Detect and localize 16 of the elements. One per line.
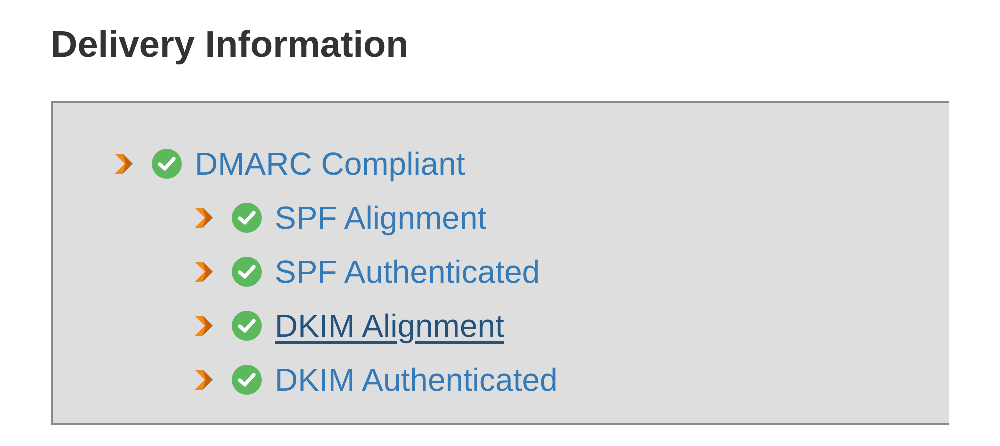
chevron-icon[interactable] [193,206,215,230]
tree-item-link[interactable]: SPF Alignment [275,200,487,236]
check-circle-icon [151,148,183,180]
check-circle-icon [231,256,263,288]
section-title: Delivery Information [51,23,410,67]
check-circle-icon [231,364,263,396]
chevron-icon[interactable] [193,368,215,392]
chevron-icon[interactable] [193,260,215,284]
tree-item-link[interactable]: SPF Authenticated [275,254,540,290]
chevron-icon[interactable] [193,314,215,338]
tree-item-link[interactable]: DMARC Compliant [195,146,466,182]
tree-item-link[interactable]: DKIM Alignment [275,308,504,344]
chevron-icon[interactable] [113,152,135,176]
tree-item-link[interactable]: DKIM Authenticated [275,362,558,398]
check-circle-icon [231,310,263,342]
check-circle-icon [231,202,263,234]
